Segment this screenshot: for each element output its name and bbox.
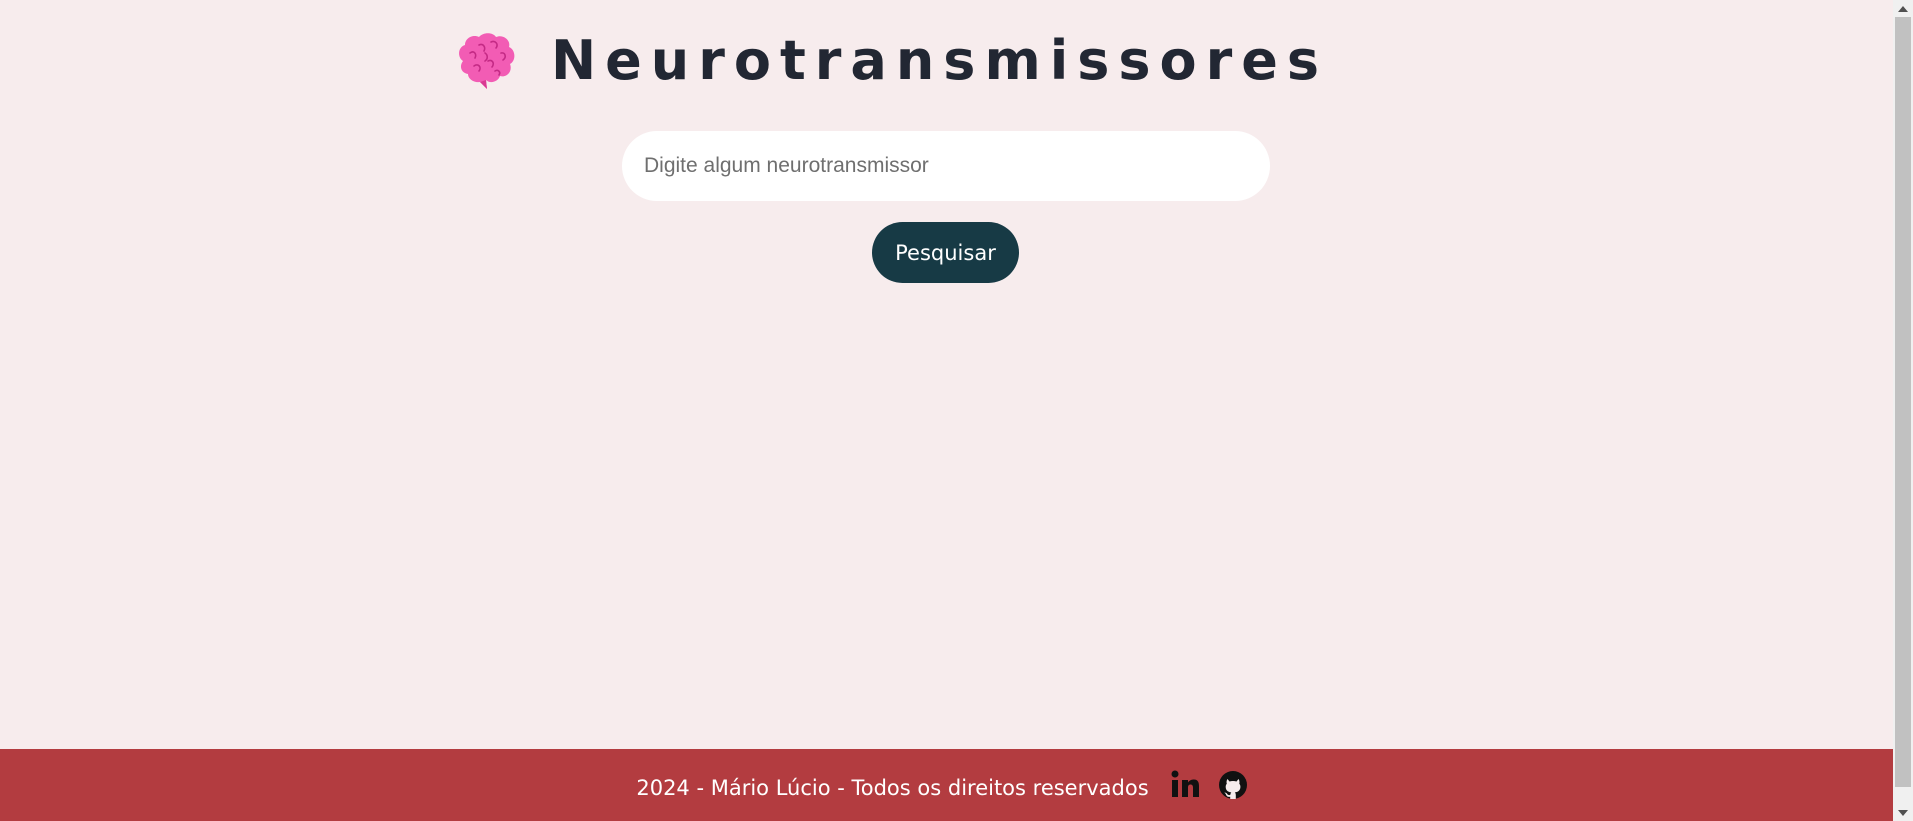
social-links — [1161, 767, 1257, 803]
header: Neurotransmissores — [0, 28, 1893, 94]
linkedin-icon[interactable] — [1167, 767, 1203, 803]
vertical-scrollbar[interactable] — [1893, 0, 1913, 821]
footer: 2024 - Mário Lúcio - Todos os direitos r… — [0, 749, 1893, 821]
scroll-up-arrow-icon[interactable] — [1893, 0, 1913, 17]
scroll-down-arrow-icon[interactable] — [1893, 804, 1913, 821]
scrollbar-thumb[interactable] — [1895, 17, 1911, 787]
search-container — [622, 131, 1270, 201]
footer-copyright: 2024 - Mário Lúcio - Todos os direitos r… — [636, 776, 1149, 800]
github-icon[interactable] — [1215, 767, 1251, 803]
search-button[interactable]: Pesquisar — [872, 222, 1019, 283]
search-input[interactable] — [622, 131, 1270, 201]
brain-icon — [455, 31, 517, 91]
page: Neurotransmissores Pesquisar 2024 - Mári… — [0, 0, 1893, 821]
page-title: Neurotransmissores — [550, 29, 1328, 92]
